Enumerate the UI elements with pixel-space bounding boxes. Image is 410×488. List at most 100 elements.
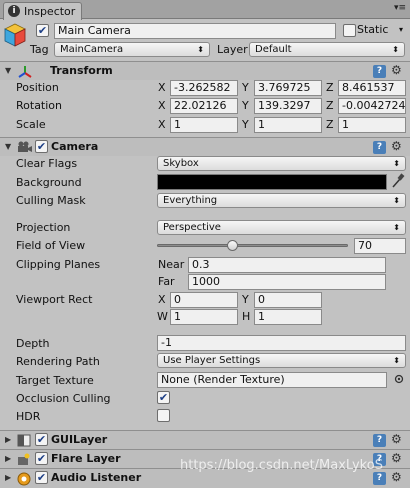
viewport-x-field[interactable]: 0: [170, 292, 238, 308]
rotation-x-field[interactable]: 22.02126: [170, 98, 238, 114]
transform-icon: [18, 65, 32, 79]
far-field[interactable]: 1000: [188, 274, 386, 290]
viewport-w-field[interactable]: 1: [170, 309, 238, 325]
hdr-checkbox[interactable]: [157, 409, 170, 422]
background-color-swatch[interactable]: [157, 174, 387, 190]
depth-label: Depth: [16, 337, 50, 350]
static-checkbox[interactable]: [343, 24, 356, 37]
layer-label: Layer: [217, 43, 248, 56]
clear-flags-dropdown[interactable]: Skybox ⬍: [157, 156, 406, 171]
culling-mask-label: Culling Mask: [16, 194, 86, 207]
layer-value: Default: [255, 44, 292, 55]
transform-header[interactable]: ▼ Transform ? ⚙: [0, 61, 410, 80]
projection-value: Perspective: [163, 222, 221, 233]
axis-z-label: Z: [326, 81, 334, 94]
foldout-arrow-icon[interactable]: ▼: [5, 66, 11, 75]
gear-icon[interactable]: ⚙: [391, 470, 402, 484]
clear-flags-label: Clear Flags: [16, 157, 78, 170]
object-picker-icon[interactable]: [394, 374, 404, 384]
guilayer-icon: [17, 434, 31, 447]
static-dropdown-arrow[interactable]: ▾: [391, 23, 406, 38]
object-active-checkbox[interactable]: ✔: [36, 24, 49, 37]
audio-listener-enabled-checkbox[interactable]: ✔: [35, 471, 48, 484]
inspector-tab-bar: i Inspector ▾≡: [0, 0, 410, 20]
guilayer-title: GUILayer: [51, 433, 108, 446]
fov-label: Field of View: [16, 239, 86, 252]
target-texture-label: Target Texture: [16, 374, 94, 387]
position-label: Position: [16, 81, 59, 94]
scale-x-field[interactable]: 1: [170, 117, 238, 133]
position-z-field[interactable]: 8.461537: [338, 80, 406, 96]
object-name-field[interactable]: Main Camera: [54, 23, 336, 39]
foldout-arrow-icon[interactable]: ▶: [5, 435, 11, 444]
background-label: Background: [16, 176, 82, 189]
camera-title: Camera: [51, 140, 99, 153]
gear-icon[interactable]: ⚙: [391, 432, 402, 446]
gear-icon[interactable]: ⚙: [391, 63, 402, 77]
fov-slider-thumb[interactable]: [227, 240, 239, 251]
rendering-path-value: Use Player Settings: [163, 355, 261, 366]
foldout-arrow-icon[interactable]: ▶: [5, 473, 11, 482]
guilayer-enabled-checkbox[interactable]: ✔: [35, 433, 48, 446]
help-icon[interactable]: ?: [373, 472, 386, 485]
layer-dropdown[interactable]: Default ⬍: [249, 42, 405, 57]
clipping-planes-label: Clipping Planes: [16, 258, 101, 271]
viewport-w-label: W: [157, 310, 168, 323]
tag-value: MainCamera: [60, 44, 124, 55]
tag-dropdown[interactable]: MainCamera ⬍: [54, 42, 210, 57]
help-icon[interactable]: ?: [373, 65, 386, 78]
audio-listener-icon: [17, 472, 31, 486]
clear-flags-value: Skybox: [163, 158, 199, 169]
rotation-label: Rotation: [16, 99, 63, 112]
scale-label: Scale: [16, 118, 46, 131]
gameobject-icon: [4, 23, 26, 47]
camera-header[interactable]: ▼ ✔ Camera ? ⚙: [0, 137, 410, 156]
gear-icon[interactable]: ⚙: [391, 139, 402, 153]
projection-dropdown[interactable]: Perspective ⬍: [157, 220, 406, 235]
chevron-updown-icon: ⬍: [393, 159, 400, 168]
guilayer-header[interactable]: ▶ ✔ GUILayer ? ⚙: [0, 430, 410, 449]
foldout-arrow-icon[interactable]: ▼: [5, 142, 11, 151]
transform-title: Transform: [50, 64, 113, 77]
far-label: Far: [158, 275, 175, 288]
camera-icon: [17, 141, 33, 154]
chevron-updown-icon: ⬍: [393, 196, 400, 205]
projection-label: Projection: [16, 221, 71, 234]
audio-listener-title: Audio Listener: [51, 471, 142, 484]
near-label: Near: [158, 258, 185, 271]
scale-y-field[interactable]: 1: [254, 117, 322, 133]
watermark: https://blog.csdn.net/MaxLykoS: [180, 458, 383, 473]
inspector-tab[interactable]: i Inspector: [3, 2, 82, 20]
tag-label: Tag: [30, 43, 49, 56]
flare-layer-enabled-checkbox[interactable]: ✔: [35, 452, 48, 465]
occlusion-culling-checkbox[interactable]: ✔: [157, 391, 170, 404]
occlusion-culling-label: Occlusion Culling: [16, 392, 111, 405]
culling-mask-dropdown[interactable]: Everything ⬍: [157, 193, 406, 208]
inspector-tab-label: Inspector: [24, 5, 76, 18]
eyedropper-icon[interactable]: [391, 173, 405, 189]
near-field[interactable]: 0.3: [188, 257, 386, 273]
tab-menu-icon[interactable]: ▾≡: [394, 3, 406, 13]
position-y-field[interactable]: 3.769725: [254, 80, 322, 96]
gear-icon[interactable]: ⚙: [391, 451, 402, 465]
help-icon[interactable]: ?: [373, 434, 386, 447]
rotation-z-field[interactable]: -0.0042724: [338, 98, 406, 114]
foldout-arrow-icon[interactable]: ▶: [5, 454, 11, 463]
viewport-x-label: X: [158, 293, 166, 306]
fov-value-field[interactable]: 70: [354, 238, 406, 254]
axis-z-label: Z: [326, 118, 334, 131]
depth-field[interactable]: -1: [157, 335, 406, 351]
viewport-h-field[interactable]: 1: [254, 309, 322, 325]
fov-slider-track[interactable]: [157, 244, 348, 247]
rendering-path-label: Rendering Path: [16, 355, 100, 368]
camera-enabled-checkbox[interactable]: ✔: [35, 140, 48, 153]
help-icon[interactable]: ?: [373, 141, 386, 154]
chevron-updown-icon: ⬍: [393, 356, 400, 365]
rotation-y-field[interactable]: 139.3297: [254, 98, 322, 114]
viewport-y-field[interactable]: 0: [254, 292, 322, 308]
target-texture-field[interactable]: None (Render Texture): [157, 372, 387, 388]
chevron-updown-icon: ⬍: [393, 223, 400, 232]
position-x-field[interactable]: -3.262582: [170, 80, 238, 96]
scale-z-field[interactable]: 1: [338, 117, 406, 133]
rendering-path-dropdown[interactable]: Use Player Settings ⬍: [157, 353, 406, 368]
